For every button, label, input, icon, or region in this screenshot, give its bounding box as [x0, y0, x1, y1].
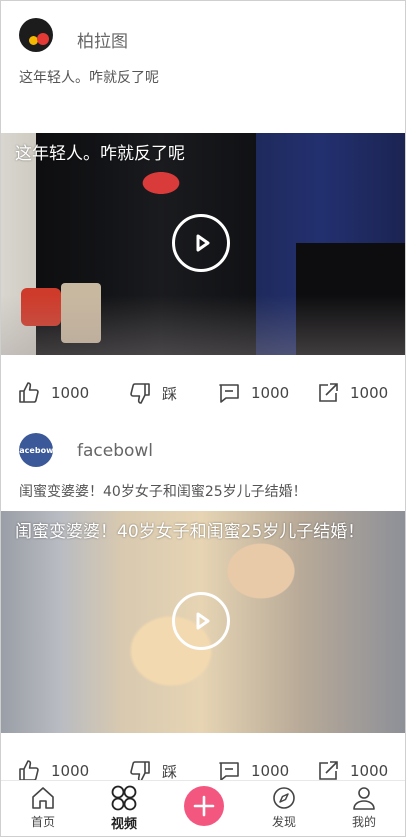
video-title: 闺蜜变婆婆！40岁女子和闺蜜25岁儿子结婚！ [15, 522, 365, 542]
post-caption: 这年轻人。咋就反了呢 [19, 70, 159, 86]
tab-label: 视频 [110, 817, 137, 832]
comment-count: 1000 [251, 384, 290, 402]
like-button[interactable]: 1000 [17, 373, 89, 413]
dislike-label: 踩 [162, 384, 178, 403]
share-button[interactable]: 1000 [316, 373, 388, 413]
thumbs-up-icon [19, 382, 39, 403]
home-icon [32, 787, 54, 809]
like-count: 1000 [51, 384, 90, 402]
post-actions: 1000 踩 1000 1000 [1, 373, 405, 413]
share-icon [319, 383, 338, 402]
avatar[interactable]: facebowl [19, 433, 53, 467]
play-button[interactable] [172, 592, 230, 650]
tab-label: 发现 [271, 815, 296, 829]
share-count: 1000 [350, 762, 389, 780]
compass-icon [273, 787, 295, 809]
video-frame-detail [1, 295, 405, 355]
tab-discover[interactable]: 发现 [249, 781, 319, 836]
dislike-button[interactable]: 踩 [128, 373, 177, 413]
comment-icon [219, 384, 239, 403]
plus-icon [193, 795, 215, 817]
author-name[interactable]: 柏拉图 [77, 27, 128, 52]
video-grid-icon [111, 785, 137, 811]
thumbs-down-icon [130, 383, 150, 404]
video-player[interactable]: 这年轻人。咋就反了呢 [1, 133, 405, 355]
play-button[interactable] [172, 214, 230, 272]
thumbs-down-icon [130, 761, 150, 781]
tab-video[interactable]: 视频 [89, 781, 159, 836]
video-player[interactable]: 闺蜜变婆婆！40岁女子和闺蜜25岁儿子结婚！ [1, 511, 405, 733]
dislike-label: 踩 [162, 762, 178, 781]
play-icon [196, 612, 209, 630]
post-header: facebowl facebowl [1, 421, 405, 475]
tab-label: 我的 [351, 815, 376, 829]
video-feed[interactable]: 柏拉图 这年轻人。咋就反了呢 这年轻人。咋就反了呢 1000 踩 1000 10… [1, 1, 405, 781]
avatar-decoration [37, 33, 49, 45]
avatar[interactable] [19, 18, 53, 52]
video-title: 这年轻人。咋就反了呢 [15, 144, 185, 164]
comment-count: 1000 [251, 762, 290, 780]
post-actions: 1000 踩 1000 1000 [1, 751, 405, 781]
add-post-button[interactable] [184, 786, 224, 826]
comment-button[interactable]: 1000 [217, 373, 289, 413]
bottom-tab-bar: 首页 视频 发现 我的 [1, 780, 405, 836]
thumbs-up-icon [19, 760, 39, 781]
share-icon [319, 761, 338, 780]
user-icon [353, 787, 375, 810]
like-count: 1000 [51, 762, 90, 780]
tab-home[interactable]: 首页 [8, 781, 78, 836]
comment-icon [219, 762, 239, 781]
share-button[interactable]: 1000 [316, 751, 388, 781]
post-header: 柏拉图 [1, 1, 405, 55]
tab-label: 首页 [30, 815, 55, 829]
post-caption: 闺蜜变婆婆！40岁女子和闺蜜25岁儿子结婚！ [19, 484, 307, 500]
dislike-button[interactable]: 踩 [128, 751, 177, 781]
tab-mine[interactable]: 我的 [329, 781, 399, 836]
comment-button[interactable]: 1000 [217, 751, 289, 781]
like-button[interactable]: 1000 [17, 751, 89, 781]
share-count: 1000 [350, 384, 389, 402]
play-icon [196, 234, 209, 252]
app-frame: 柏拉图 这年轻人。咋就反了呢 这年轻人。咋就反了呢 1000 踩 1000 10… [0, 0, 406, 837]
author-name[interactable]: facebowl [77, 441, 153, 461]
